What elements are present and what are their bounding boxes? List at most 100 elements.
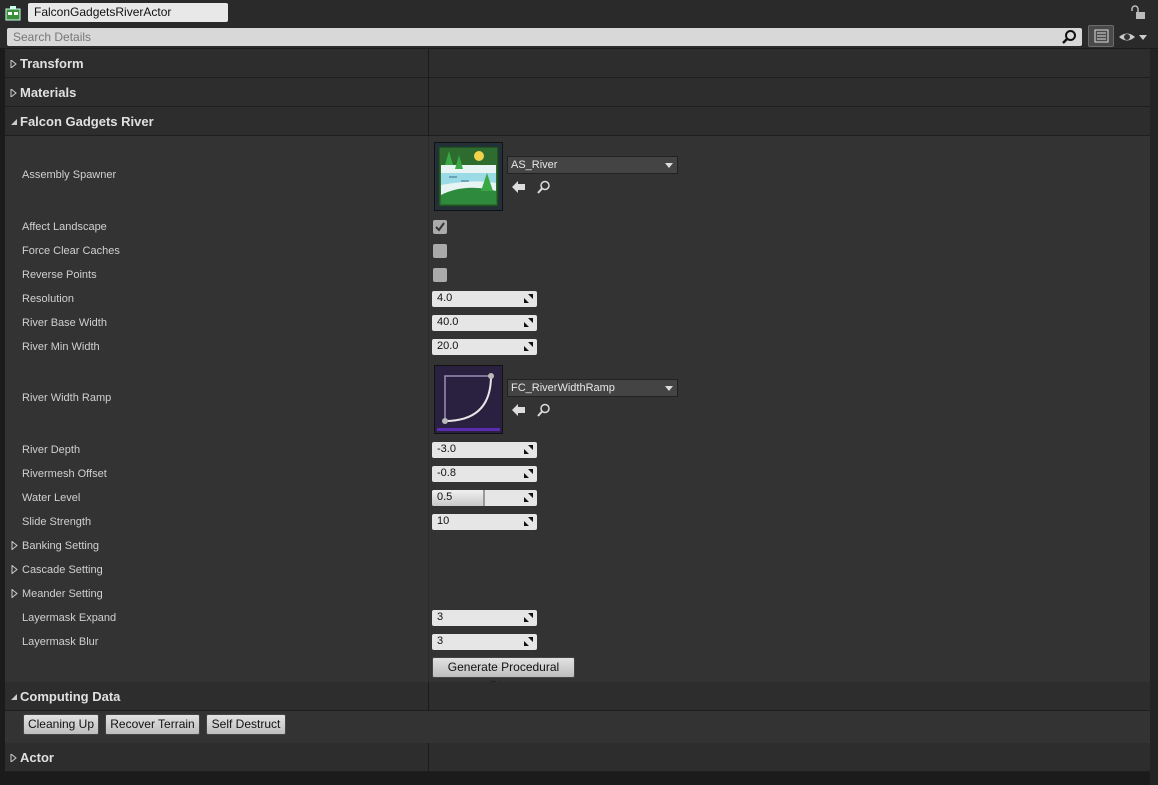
layermask-expand-label: Layermask Expand	[22, 612, 117, 624]
category-title: Transform	[20, 56, 84, 71]
river-min-width-field[interactable]: 20.0	[432, 339, 537, 355]
recover-terrain-button[interactable]: Recover Terrain	[105, 714, 200, 735]
river-depth-value: -3.0	[437, 443, 456, 455]
spin-icon	[524, 445, 533, 454]
expand-arrow-icon	[10, 89, 17, 97]
category-materials[interactable]: Materials	[5, 78, 1151, 107]
river-base-width-value: 40.0	[437, 316, 459, 328]
rivermesh-offset-value: -0.8	[437, 467, 456, 479]
river-width-ramp-dropdown[interactable]: FC_RiverWidthRamp	[507, 379, 678, 397]
resolution-field[interactable]: 4.0	[432, 291, 537, 307]
category-title: Actor	[20, 750, 54, 765]
meander-setting-group[interactable]: Meander Setting	[22, 588, 103, 600]
list-view-icon	[1094, 29, 1109, 43]
reverse-points-label: Reverse Points	[22, 269, 97, 281]
resolution-label: Resolution	[22, 293, 74, 305]
column-divider	[428, 743, 429, 772]
category-computing-data[interactable]: Computing Data	[5, 682, 1151, 711]
self-destruct-button[interactable]: Self Destruct	[206, 714, 286, 735]
river-base-width-label: River Base Width	[22, 317, 107, 329]
river-width-ramp-label: River Width Ramp	[22, 392, 112, 404]
scrollbar[interactable]	[1150, 49, 1158, 785]
river-width-ramp-thumbnail[interactable]	[434, 365, 503, 434]
list-view-button[interactable]	[1088, 25, 1114, 47]
assembly-spawner-label: Assembly Spawner	[22, 169, 117, 181]
actor-name-field[interactable]: FalconGadgetsRiverActor	[28, 3, 228, 22]
cascade-setting-group[interactable]: Cascade Setting	[22, 564, 103, 576]
spin-icon	[524, 318, 533, 327]
river-depth-label: River Depth	[22, 444, 81, 456]
generate-procedural-river-button[interactable]: Generate Procedural River	[432, 657, 575, 693]
expand-arrow-icon	[10, 754, 17, 762]
rivermesh-offset-label: Rivermesh Offset	[22, 468, 107, 480]
river-base-width-field[interactable]: 40.0	[432, 315, 537, 331]
category-actor[interactable]: Actor	[5, 743, 1151, 772]
spin-icon	[524, 493, 533, 502]
river-depth-field[interactable]: -3.0	[432, 442, 537, 458]
expand-arrow-icon[interactable]	[11, 589, 18, 598]
curve-icon	[435, 366, 502, 433]
browse-icon[interactable]	[537, 403, 551, 417]
layermask-expand-field[interactable]: 3	[432, 610, 537, 626]
category-title: Computing Data	[20, 689, 121, 704]
search-icon[interactable]	[1061, 29, 1077, 45]
checkmark-icon	[435, 222, 445, 232]
affect-landscape-label: Affect Landscape	[22, 221, 107, 233]
cleaning-up-button[interactable]: Cleaning Up	[23, 714, 99, 735]
spin-icon	[524, 342, 533, 351]
spin-icon	[524, 517, 533, 526]
category-transform[interactable]: Transform	[5, 49, 1151, 78]
column-divider	[428, 49, 429, 78]
force-clear-caches-label: Force Clear Caches	[22, 245, 120, 257]
spin-icon	[524, 294, 533, 303]
expand-arrow-icon	[10, 60, 17, 68]
use-selected-icon[interactable]	[512, 181, 526, 193]
column-divider	[428, 136, 429, 682]
river-min-width-label: River Min Width	[22, 341, 100, 353]
category-falcon-gadgets-river[interactable]: Falcon Gadgets River	[5, 107, 1151, 136]
column-divider	[428, 78, 429, 107]
assembly-spawner-dropdown[interactable]: AS_River	[507, 156, 678, 174]
layermask-blur-label: Layermask Blur	[22, 636, 99, 648]
layermask-blur-field[interactable]: 3	[432, 634, 537, 650]
collapse-arrow-icon	[11, 119, 17, 125]
collapse-arrow-icon	[11, 694, 17, 700]
browse-icon[interactable]	[537, 180, 551, 194]
column-divider	[428, 107, 429, 136]
category-title: Falcon Gadgets River	[20, 114, 154, 129]
falcon-section	[5, 136, 1151, 682]
water-level-label: Water Level	[22, 492, 81, 504]
eye-icon[interactable]	[1118, 29, 1150, 45]
river-min-width-value: 20.0	[437, 340, 459, 352]
spin-icon	[524, 637, 533, 646]
layermask-blur-value: 3	[437, 635, 444, 647]
use-selected-icon[interactable]	[512, 404, 526, 416]
force-clear-caches-checkbox[interactable]	[433, 244, 447, 258]
affect-landscape-checkbox[interactable]	[433, 220, 447, 234]
assembly-spawner-value: AS_River	[511, 159, 558, 171]
expand-arrow-icon[interactable]	[11, 565, 18, 574]
category-title: Materials	[20, 85, 77, 100]
water-level-value: 0.5	[437, 491, 453, 503]
lock-icon[interactable]	[1131, 4, 1147, 20]
expand-arrow-icon[interactable]	[11, 541, 18, 550]
spin-icon	[524, 469, 533, 478]
chevron-down-icon	[665, 163, 673, 168]
spin-icon	[524, 613, 533, 622]
chevron-down-icon	[665, 386, 673, 391]
water-level-slider[interactable]: 0.5	[432, 490, 537, 506]
layermask-expand-value: 3	[437, 611, 444, 623]
search-input[interactable]: Search Details	[7, 28, 1082, 46]
resolution-value: 4.0	[437, 292, 453, 304]
column-divider	[428, 682, 429, 711]
assembly-spawner-thumbnail[interactable]	[434, 142, 503, 211]
rivermesh-offset-field[interactable]: -0.8	[432, 466, 537, 482]
reverse-points-checkbox[interactable]	[433, 268, 447, 282]
actor-icon	[5, 6, 21, 21]
slide-strength-label: Slide Strength	[22, 516, 92, 528]
banking-setting-group[interactable]: Banking Setting	[22, 540, 99, 552]
slide-strength-field[interactable]: 10	[432, 514, 537, 530]
river-width-ramp-value: FC_RiverWidthRamp	[511, 382, 615, 394]
slide-strength-value: 10	[437, 515, 450, 527]
landscape-icon	[435, 143, 502, 210]
